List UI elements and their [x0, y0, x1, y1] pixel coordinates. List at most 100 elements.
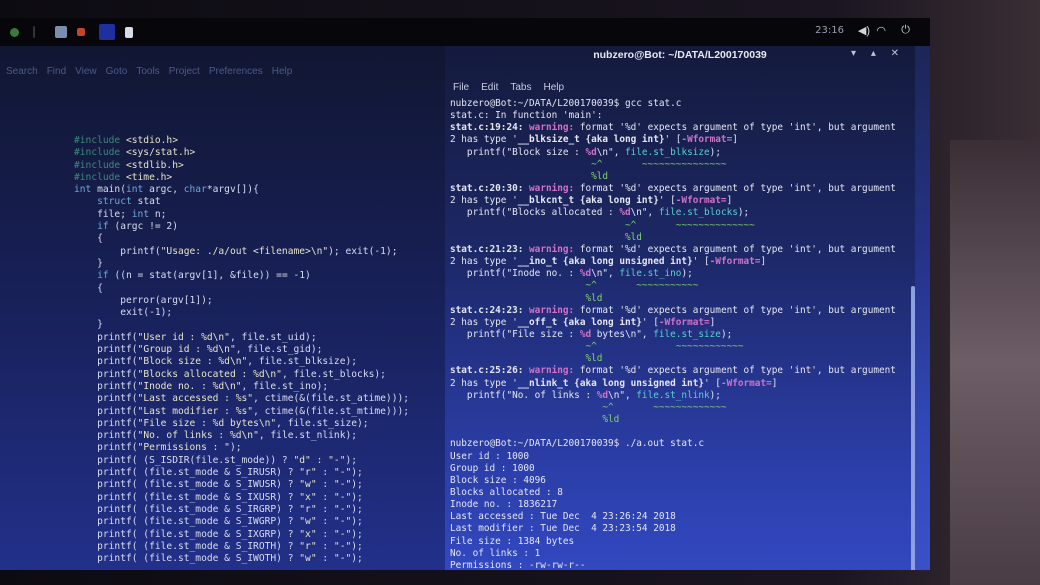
code-line: } — [74, 258, 103, 269]
code-line: printf( (file.st_mode & S_IWOTH) ? "w" :… — [74, 553, 363, 564]
terminal-line-segment: printf("File size : — [450, 328, 580, 340]
code-line-segment: printf( — [74, 417, 138, 429]
terminal-line-segment: printf("Blocks allocated : — [450, 207, 620, 219]
code-line-segment: printf( — [74, 393, 138, 405]
code-line: perror(argv[1]); — [74, 295, 212, 306]
code-line: file; int n; — [74, 209, 166, 220]
code-line-segment: { — [74, 233, 103, 245]
app-menu-icon[interactable] — [10, 27, 19, 37]
code-line-segment: "r" — [299, 540, 317, 552]
code-line-segment: "Last accessed : %s" — [137, 393, 254, 405]
code-line-segment: { — [74, 282, 103, 294]
code-line-segment: "w" — [299, 479, 317, 491]
code-line-segment: : — [316, 553, 334, 565]
code-line: int main(int argc, char*argv[]){ — [74, 184, 259, 195]
terminal-line-segment: ~^ ~~~~~~~~~~~ — [450, 280, 699, 292]
terminal-line-segment: 2 has type ' — [450, 195, 518, 207]
editor-menu-preferences[interactable]: Preferences — [209, 66, 263, 77]
terminal-line-segment: User id : 1000 — [450, 450, 530, 462]
code-line-segment: ); — [351, 540, 363, 552]
code-line-segment: printf( — [74, 331, 138, 343]
code-line-segment: <stdlib.h> — [125, 159, 184, 171]
terminal-line-segment: %d — [619, 207, 631, 219]
code-line-segment: *argv[]){ — [206, 184, 259, 196]
terminal-line-segment: warning: — [529, 122, 580, 134]
editor-menu-project[interactable]: Project — [169, 66, 200, 77]
terminal-line-segment: %d — [596, 389, 609, 401]
terminal-output[interactable]: nubzero@Bot:~/DATA/L200170039$ gcc stat.… — [450, 98, 912, 568]
terminal-line-segment: \n", — [608, 389, 637, 401]
clock[interactable]: 23:16 — [815, 25, 844, 36]
code-line-segment: printf( — [74, 405, 138, 417]
code-line-segment: "r" — [299, 503, 317, 515]
terminal-line-segment: stat.c:25:26: — [450, 365, 530, 377]
terminal-line: stat.c: In function 'main': — [450, 110, 602, 121]
code-line-segment: printf( (file.st_mode & S_IXUSR) ? — [74, 491, 300, 503]
terminal-line-segment: ~^ ~~~~~~~~~~~~~ — [450, 401, 727, 413]
volume-icon[interactable]: ◀) — [858, 24, 870, 37]
code-line-segment: struct — [97, 196, 132, 208]
terminal-menu-tabs[interactable]: Tabs — [510, 82, 531, 93]
terminal-line: Block size : 4096 — [450, 475, 546, 486]
terminal-line: printf("Block size : %d\n", file.st_blks… — [450, 147, 721, 158]
code-line-segment: printf( — [74, 356, 138, 368]
code-line-segment: int — [131, 208, 150, 220]
code-line-segment: (argc != 2) — [108, 221, 178, 233]
separator-icon — [33, 26, 35, 38]
code-line-segment: "-" — [333, 528, 352, 540]
terminal-line-segment: \n", — [591, 268, 620, 280]
terminal-line-segment: format '%d' expects argument of type 'in… — [579, 304, 896, 316]
code-line-segment: , file.st_blksize); — [247, 356, 358, 368]
terminal-line: Permissions : -rw-rw-r-- — [450, 560, 585, 568]
editor-menu-tools[interactable]: Tools — [136, 66, 159, 77]
terminal-line-segment: ' [ — [704, 377, 721, 389]
terminal-line-segment: Group id : 1000 — [450, 462, 535, 474]
terminal-line-segment: file.st_blocks — [658, 207, 738, 219]
terminal-line: printf("No. of links : %d\n", file.st_nl… — [450, 390, 721, 401]
code-line-segment: : — [310, 454, 329, 466]
code-line-segment: printf( (file.st_mode & S_IWGRP) ? — [74, 516, 300, 528]
terminal-line-segment: printf("Block size : — [450, 146, 586, 158]
terminal-line: printf("Blocks allocated : %d\n", file.s… — [450, 207, 749, 218]
code-line: exit(-1); — [74, 307, 172, 318]
terminal-line-segment: ~^ ~~~~~~~~~~~~~~ — [450, 219, 755, 231]
terminal-line-segment: stat.c:21:23: — [450, 243, 530, 255]
terminal-line-segment: 2 has type ' — [450, 316, 518, 328]
terminal-line-segment: stat.c:20:30: — [450, 183, 530, 195]
code-line-segment — [74, 270, 97, 281]
folder-icon[interactable] — [55, 26, 67, 38]
terminal-menu-help[interactable]: Help — [543, 82, 564, 93]
code-line: printf("Usage: ./a/out <filename>\n"); e… — [74, 246, 397, 257]
terminal-scrollbar[interactable] — [911, 286, 915, 570]
editor-menu-find[interactable]: Find — [47, 66, 66, 77]
terminal-line-segment: 2 has type ' — [450, 377, 518, 389]
terminal-line-segment: warning: — [529, 183, 580, 195]
source-code[interactable]: #include <stdio.h> #include <sys/stat.h>… — [74, 135, 409, 565]
code-line-segment: "Inode no. : %d\n" — [137, 380, 242, 392]
terminal-line: User id : 1000 — [450, 451, 529, 462]
browser-icon[interactable] — [77, 28, 85, 36]
terminal-line-segment: __nlink_t {aka long unsigned int} — [517, 377, 704, 389]
code-line-segment: "-" — [333, 540, 352, 552]
editor-menu-search[interactable]: Search — [6, 66, 38, 77]
editor-menu-view[interactable]: View — [75, 66, 97, 77]
terminal-line-segment: %d — [579, 268, 592, 280]
terminal-line-segment: stat.c:24:23: — [450, 304, 530, 316]
terminal-line-segment: %ld — [450, 353, 603, 365]
terminal-menu-edit[interactable]: Edit — [481, 82, 498, 93]
code-line-segment: printf( (file.st_mode & S_IRGRP) ? — [74, 503, 300, 515]
editor-menu-goto[interactable]: Goto — [106, 66, 128, 77]
code-line: #include <stdlib.h> — [74, 160, 184, 171]
power-icon[interactable]: ⏻ — [901, 24, 910, 37]
code-line-segment: "Blocks allocated : %d\n" — [137, 368, 282, 380]
wifi-icon[interactable]: ◠ — [876, 24, 886, 37]
code-line-segment: printf( (file.st_mode & S_IWUSR) ? — [74, 479, 300, 491]
code-line: printf("No. of links : %d\n", file.st_nl… — [74, 430, 357, 441]
window-controls[interactable]: ▾ ▴ ✕ — [851, 48, 905, 59]
terminal-taskbar-icon[interactable] — [99, 24, 115, 40]
code-line-segment: printf( — [74, 430, 138, 442]
editor-menu-help[interactable]: Help — [272, 66, 293, 77]
terminal-menu-file[interactable]: File — [453, 82, 469, 93]
code-line: if ((n = stat(argv[1], &file)) == -1) — [74, 270, 311, 281]
editor-taskbar-icon[interactable] — [125, 26, 133, 38]
